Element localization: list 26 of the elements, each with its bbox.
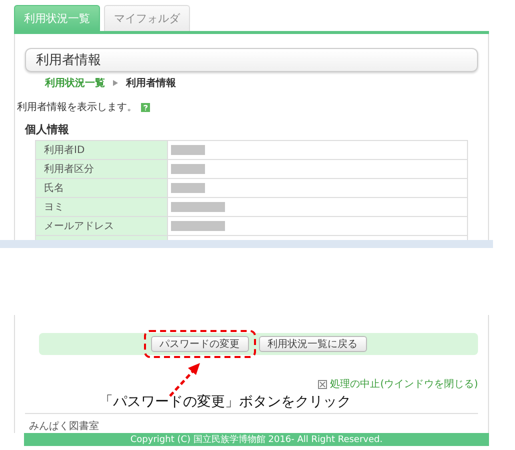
redacted-value xyxy=(171,145,205,155)
breadcrumb-link[interactable]: 利用状況一覧 xyxy=(45,76,105,90)
field-label: ヨミ xyxy=(36,198,168,216)
field-label: 利用者ID xyxy=(36,141,168,159)
redacted-value xyxy=(171,183,205,193)
footer-copyright: Copyright (C) 国立民族学博物館 2016- All Right Reserved. xyxy=(24,433,489,446)
redacted-value xyxy=(171,221,225,231)
page-title: 利用者情報 xyxy=(25,48,478,72)
action-button[interactable]: パスワードの変更 xyxy=(150,336,248,352)
tab[interactable]: マイフォルダ xyxy=(104,5,190,31)
close-window-link[interactable]: 処理の中止(ウインドウを閉じる) xyxy=(330,377,478,391)
redacted-value xyxy=(171,164,205,174)
field-label: 利用者区分 xyxy=(36,160,168,178)
help-icon[interactable] xyxy=(141,102,150,112)
field-label: メールアドレス xyxy=(36,217,168,235)
breadcrumb-current: 利用者情報 xyxy=(126,76,176,90)
description-text: 利用者情報を表示します。 xyxy=(17,100,137,114)
separator-icon xyxy=(113,80,118,86)
field-label: 氏名 xyxy=(36,179,168,197)
instruction-caption: 「パスワードの変更」ボタンをクリック xyxy=(98,393,352,411)
close-icon xyxy=(318,380,328,388)
section-title: 個人情報 xyxy=(25,122,70,137)
site-name: みんぱく図書室 xyxy=(29,420,100,433)
redacted-value xyxy=(171,202,225,212)
tab[interactable]: 利用状況一覧 xyxy=(14,5,100,31)
action-button[interactable]: 利用状況一覧に戻る xyxy=(258,336,366,352)
